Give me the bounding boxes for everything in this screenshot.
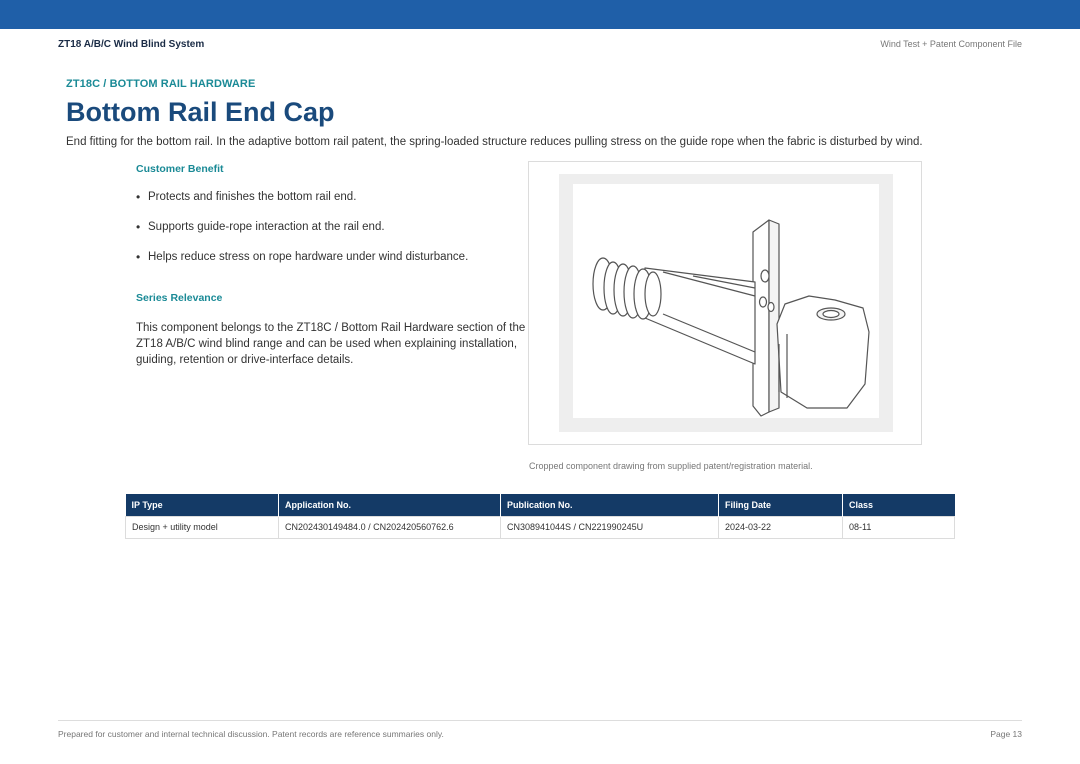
application-no-header: Application No. xyxy=(278,494,501,516)
page-number: Page 13 xyxy=(990,729,1022,739)
filing-date-header: Filing Date xyxy=(718,494,843,516)
customer-benefit-heading: Customer Benefit xyxy=(136,163,224,175)
series-relevance-heading: Series Relevance xyxy=(136,292,223,304)
figure-canvas xyxy=(573,184,879,418)
plate-hole-top xyxy=(760,269,770,283)
section-kicker: ZT18C / BOTTOM RAIL HARDWARE xyxy=(66,78,256,90)
footer-divider xyxy=(58,720,1022,721)
plate-hole-low xyxy=(767,301,775,313)
benefit-item: Helps reduce stress on rope hardware und… xyxy=(136,250,516,281)
end-cap-head xyxy=(776,295,870,409)
intro-paragraph: End fitting for the bottom rail. In the … xyxy=(66,136,923,148)
figure-caption: Cropped component drawing from supplied … xyxy=(529,461,813,471)
benefit-list: Protects and finishes the bottom rail en… xyxy=(136,190,516,281)
ip-table-header-row: IP Type Application No. Publication No. … xyxy=(125,494,955,516)
table-row: Design + utility model CN202430149484.0 … xyxy=(125,515,955,539)
tapered-body xyxy=(644,267,756,365)
page-title: Bottom Rail End Cap xyxy=(66,97,335,127)
series-relevance-text: This component belongs to the ZT18C / Bo… xyxy=(136,322,526,366)
ip-table: IP Type Application No. Publication No. … xyxy=(125,494,955,539)
figure-frame xyxy=(559,174,893,432)
spring-coils xyxy=(592,257,662,320)
ip-type-cell: Design + utility model xyxy=(125,515,279,539)
component-figure xyxy=(528,161,922,445)
class-cell: 08-11 xyxy=(842,515,955,539)
mounting-plate-face xyxy=(768,219,780,413)
ip-type-header: IP Type xyxy=(125,494,279,516)
document-file-title: Wind Test + Patent Component File xyxy=(880,39,1022,49)
publication-no-cell: CN308941044S / CN221990245U xyxy=(500,515,719,539)
filing-date-cell: 2024-03-22 xyxy=(718,515,843,539)
benefit-item: Protects and finishes the bottom rail en… xyxy=(136,190,516,221)
plate-hole-mid xyxy=(758,296,768,308)
application-no-cell: CN202430149484.0 / CN202420560762.6 xyxy=(278,515,501,539)
footer-note: Prepared for customer and internal techn… xyxy=(58,729,444,739)
end-cap-drawing xyxy=(592,219,870,417)
publication-no-header: Publication No. xyxy=(500,494,719,516)
document-series-title: ZT18 A/B/C Wind Blind System xyxy=(58,39,205,50)
benefit-item: Supports guide-rope interaction at the r… xyxy=(136,220,516,251)
class-header: Class xyxy=(842,494,955,516)
top-banner xyxy=(0,0,1080,29)
